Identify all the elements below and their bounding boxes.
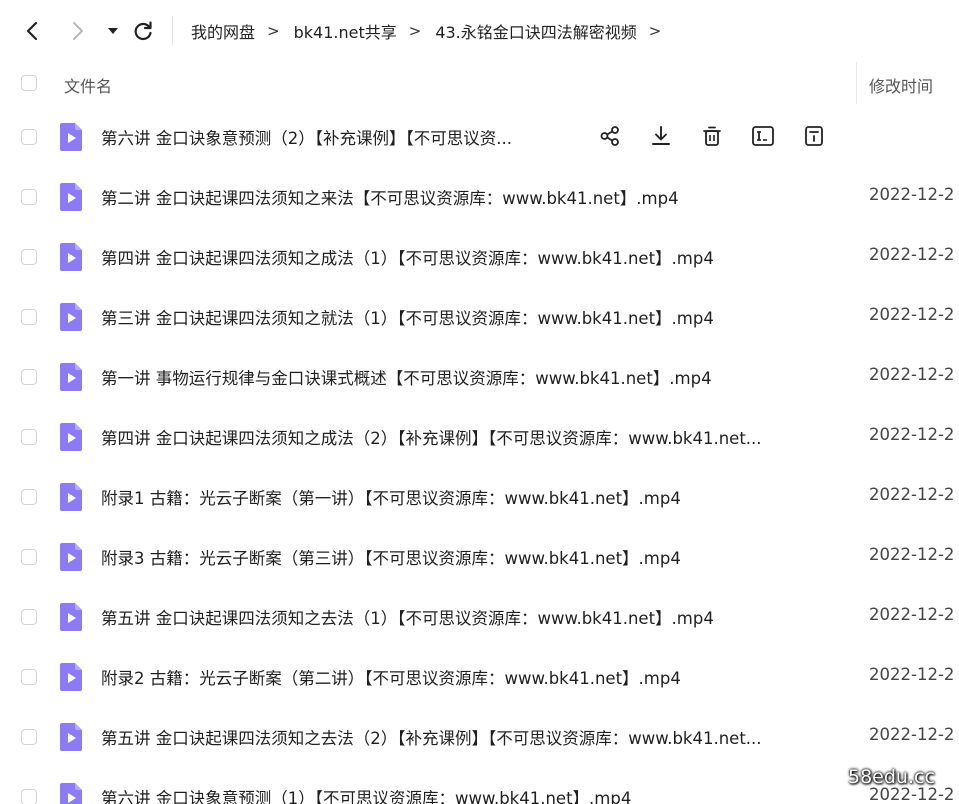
- delete-button[interactable]: [699, 123, 725, 149]
- file-modified-time: 2022-12-2: [869, 365, 955, 384]
- file-name[interactable]: 附录1 古籍：光云子断案（第一讲）【不可思议资源库：www.bk41.net】.…: [101, 485, 681, 509]
- row-checkbox[interactable]: [21, 549, 37, 565]
- file-modified-time: 2022-12-2: [869, 665, 955, 684]
- rename-button[interactable]: [750, 123, 776, 149]
- file-modified-time: 2022-12-2: [869, 605, 955, 624]
- table-row[interactable]: 附录2 古籍：光云子断案（第二讲）【不可思议资源库：www.bk41.net】.…: [0, 647, 959, 707]
- history-dropdown-button[interactable]: [99, 16, 127, 46]
- back-button[interactable]: [18, 16, 48, 46]
- row-checkbox[interactable]: [21, 789, 37, 804]
- video-file-icon: [59, 782, 83, 804]
- row-checkbox[interactable]: [21, 729, 37, 745]
- row-checkbox[interactable]: [21, 609, 37, 625]
- row-checkbox[interactable]: [21, 129, 37, 145]
- file-name[interactable]: 第五讲 金口诀起课四法须知之去法（2）【补充课例】【不可思议资源库：www.bk…: [101, 725, 762, 749]
- table-row[interactable]: 第六讲 金口诀象意预测（1）【不可思议资源库：www.bk41.net】.mp4…: [0, 767, 959, 804]
- file-name[interactable]: 第五讲 金口诀起课四法须知之去法（1）【不可思议资源库：www.bk41.net…: [101, 605, 714, 629]
- table-row[interactable]: 第五讲 金口诀起课四法须知之去法（1）【不可思议资源库：www.bk41.net…: [0, 587, 959, 647]
- file-modified-time: 2022-12-2: [869, 545, 955, 564]
- row-checkbox[interactable]: [21, 489, 37, 505]
- row-checkbox[interactable]: [21, 669, 37, 685]
- details-icon: [805, 126, 823, 146]
- file-name[interactable]: 附录2 古籍：光云子断案（第二讲）【不可思议资源库：www.bk41.net】.…: [101, 665, 681, 689]
- table-row[interactable]: 第三讲 金口诀起课四法须知之就法（1）【不可思议资源库：www.bk41.net…: [0, 287, 959, 347]
- delete-icon: [703, 126, 721, 146]
- video-file-icon: [59, 182, 83, 212]
- row-checkbox[interactable]: [21, 309, 37, 325]
- row-checkbox[interactable]: [21, 369, 37, 385]
- details-button[interactable]: [801, 123, 827, 149]
- file-modified-time: 2022-12-2: [869, 485, 955, 504]
- table-row[interactable]: 附录3 古籍：光云子断案（第三讲）【不可思议资源库：www.bk41.net】.…: [0, 527, 959, 587]
- download-icon: [652, 126, 670, 145]
- file-name[interactable]: 第六讲 金口诀象意预测（1）【不可思议资源库：www.bk41.net】.mp4: [101, 785, 631, 804]
- video-file-icon: [59, 362, 83, 392]
- file-modified-time: 2022-12-2: [869, 185, 955, 204]
- file-name[interactable]: 第四讲 金口诀起课四法须知之成法（2）【补充课例】【不可思议资源库：www.bk…: [101, 425, 762, 449]
- watermark-text: 58edu.cc: [848, 766, 935, 788]
- video-file-icon: [59, 722, 83, 752]
- file-modified-time: 2022-12-2: [869, 725, 955, 744]
- breadcrumb-separator: >: [267, 22, 280, 40]
- video-file-icon: [59, 122, 83, 152]
- toolbar-divider: [172, 16, 173, 46]
- video-file-icon: [59, 662, 83, 692]
- select-all-checkbox[interactable]: [21, 75, 37, 91]
- file-manager-window: 我的网盘 > bk41.net共享 > 43.永铭金口诀四法解密视频 > 文件名…: [0, 0, 959, 804]
- file-name[interactable]: 第四讲 金口诀起课四法须知之成法（1）【不可思议资源库：www.bk41.net…: [101, 245, 714, 269]
- file-list-header: 文件名 修改时间: [0, 62, 959, 104]
- file-name[interactable]: 第二讲 金口诀起课四法须知之来法【不可思议资源库：www.bk41.net】.m…: [101, 185, 679, 209]
- breadcrumb-separator: >: [648, 22, 662, 40]
- video-file-icon: [59, 302, 83, 332]
- file-name[interactable]: 第三讲 金口诀起课四法须知之就法（1）【不可思议资源库：www.bk41.net…: [101, 305, 714, 329]
- video-file-icon: [59, 242, 83, 272]
- column-header-name[interactable]: 文件名: [64, 73, 112, 97]
- table-row[interactable]: 第四讲 金口诀起课四法须知之成法（1）【不可思议资源库：www.bk41.net…: [0, 227, 959, 287]
- table-row[interactable]: 附录1 古籍：光云子断案（第一讲）【不可思议资源库：www.bk41.net】.…: [0, 467, 959, 527]
- table-row[interactable]: 第六讲 金口诀象意预测（2）【补充课例】【不可思议资...: [0, 107, 959, 167]
- top-navigation-bar: 我的网盘 > bk41.net共享 > 43.永铭金口诀四法解密视频 >: [0, 0, 959, 62]
- column-divider[interactable]: [856, 62, 857, 104]
- row-action-bar: [597, 123, 852, 149]
- breadcrumb-separator: >: [408, 22, 422, 40]
- breadcrumb-item-root[interactable]: 我的网盘: [191, 19, 255, 43]
- table-row[interactable]: 第五讲 金口诀起课四法须知之去法（2）【补充课例】【不可思议资源库：www.bk…: [0, 707, 959, 767]
- row-checkbox[interactable]: [21, 429, 37, 445]
- file-name[interactable]: 第一讲 事物运行规律与金口诀课式概述【不可思议资源库：www.bk41.net】…: [101, 365, 712, 389]
- caret-down-icon: [108, 28, 118, 34]
- table-row[interactable]: 第一讲 事物运行规律与金口诀课式概述【不可思议资源库：www.bk41.net】…: [0, 347, 959, 407]
- video-file-icon: [59, 542, 83, 572]
- video-file-icon: [59, 422, 83, 452]
- file-modified-time: 2022-12-2: [869, 425, 955, 444]
- refresh-button[interactable]: [128, 16, 158, 46]
- breadcrumb-item-current[interactable]: 43.永铭金口诀四法解密视频: [435, 19, 636, 43]
- file-modified-time: 2022-12-2: [869, 245, 955, 264]
- forward-button[interactable]: [62, 16, 92, 46]
- share-button[interactable]: [597, 123, 623, 149]
- share-icon: [600, 126, 619, 146]
- file-modified-time: 2022-12-2: [869, 305, 955, 324]
- file-name[interactable]: 附录3 古籍：光云子断案（第三讲）【不可思议资源库：www.bk41.net】.…: [101, 545, 681, 569]
- chevron-right-icon: [73, 22, 83, 40]
- breadcrumb: 我的网盘 > bk41.net共享 > 43.永铭金口诀四法解密视频 >: [191, 19, 675, 43]
- download-button[interactable]: [648, 123, 674, 149]
- rename-icon: [752, 126, 774, 146]
- chevron-left-icon: [26, 21, 38, 41]
- row-checkbox[interactable]: [21, 189, 37, 205]
- refresh-icon: [134, 21, 152, 41]
- file-name[interactable]: 第六讲 金口诀象意预测（2）【补充课例】【不可思议资...: [101, 125, 512, 149]
- video-file-icon: [59, 602, 83, 632]
- column-header-modified-time[interactable]: 修改时间: [869, 73, 933, 97]
- table-row[interactable]: 第四讲 金口诀起课四法须知之成法（2）【补充课例】【不可思议资源库：www.bk…: [0, 407, 959, 467]
- video-file-icon: [59, 482, 83, 512]
- table-row[interactable]: 第二讲 金口诀起课四法须知之来法【不可思议资源库：www.bk41.net】.m…: [0, 167, 959, 227]
- breadcrumb-item-shared[interactable]: bk41.net共享: [294, 19, 397, 43]
- row-checkbox[interactable]: [21, 249, 37, 265]
